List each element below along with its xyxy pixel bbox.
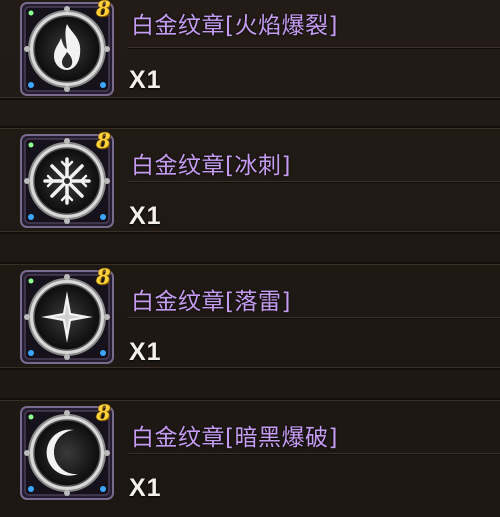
item-quantity: X1: [129, 66, 162, 94]
emblem-slot[interactable]: 8: [20, 0, 114, 96]
reward-item-list: 8 白金纹章[火焰爆裂] X1 8 白金纹章[冰刺] X1 8 白金纹章[落雷]…: [0, 0, 500, 517]
list-item[interactable]: 8 白金纹章[暗黑爆破] X1: [0, 398, 500, 506]
item-name: 白金纹章[冰刺]: [131, 153, 291, 179]
row-divider: [0, 98, 500, 100]
tier-badge: 8: [96, 264, 111, 289]
item-quantity: X1: [129, 202, 162, 230]
row-mid-divider: [128, 317, 500, 318]
row-divider: [0, 232, 500, 234]
row-divider: [0, 126, 500, 128]
emblem-slot[interactable]: 8: [20, 264, 114, 364]
row-divider: [0, 368, 500, 370]
row-divider: [0, 262, 500, 264]
list-item[interactable]: 8 白金纹章[火焰爆裂] X1: [0, 0, 500, 100]
item-name: 白金纹章[落雷]: [131, 289, 291, 315]
tier-badge: 8: [96, 128, 111, 153]
row-mid-divider: [128, 47, 500, 48]
tier-badge: 8: [96, 0, 111, 21]
tier-badge: 8: [96, 400, 111, 425]
item-name: 白金纹章[暗黑爆破]: [131, 425, 338, 451]
item-quantity: X1: [129, 338, 162, 366]
list-item[interactable]: 8 白金纹章[落雷] X1: [0, 262, 500, 370]
row-divider: [0, 398, 500, 400]
list-item[interactable]: 8 白金纹章[冰刺] X1: [0, 126, 500, 234]
emblem-slot[interactable]: 8: [20, 400, 114, 500]
emblem-slot[interactable]: 8: [20, 128, 114, 228]
row-mid-divider: [128, 453, 500, 454]
row-mid-divider: [128, 181, 500, 182]
item-quantity: X1: [129, 474, 162, 502]
item-name: 白金纹章[火焰爆裂]: [131, 13, 338, 39]
